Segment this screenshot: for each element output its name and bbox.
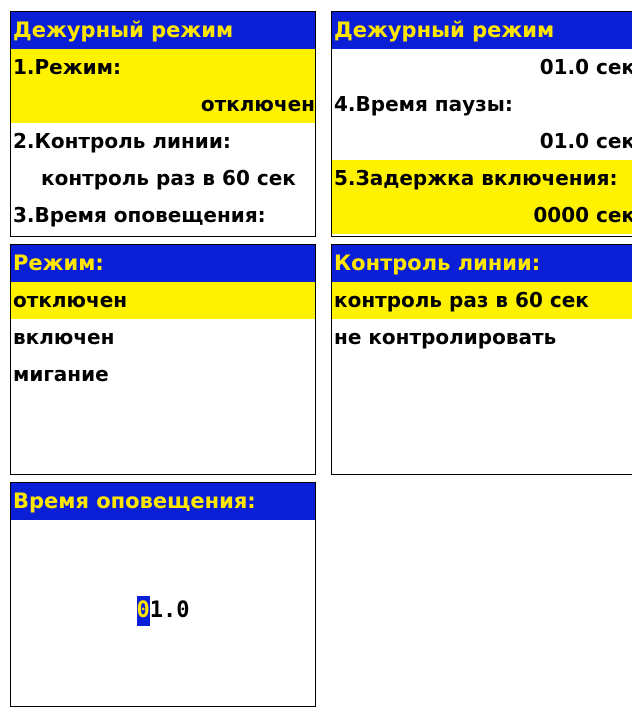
time-value-field[interactable]: 01.0 [11, 596, 315, 626]
duty-mode-menu-page-1: Дежурный режим 1.Режим: отключен 2.Контр… [10, 11, 316, 237]
list-header-title: Режим: [11, 245, 315, 282]
menu-item-mode[interactable]: 1.Режим: [11, 49, 315, 86]
option-blinking[interactable]: мигание [11, 356, 315, 393]
list-header-title: Контроль линии: [332, 245, 632, 282]
editor-header-title: Время оповещения: [11, 483, 315, 520]
edit-cursor-digit[interactable]: 0 [136, 596, 150, 626]
option-disabled[interactable]: отключен [11, 282, 315, 319]
option-check-every-60-sec[interactable]: контроль раз в 60 сек [332, 282, 632, 319]
mode-select-list: Режим: отключен включен мигание [10, 244, 316, 475]
duty-mode-menu-page-2: Дежурный режим 01.0 сек 4.Время паузы: 0… [331, 11, 632, 237]
menu-header-title: Дежурный режим [11, 12, 315, 49]
menu-item-alert-time-value[interactable]: 01.0 сек [332, 49, 632, 86]
option-enabled[interactable]: включен [11, 319, 315, 356]
line-control-select-list: Контроль линии: контроль раз в 60 сек не… [331, 244, 632, 475]
menu-item-line-control[interactable]: 2.Контроль линии: [11, 123, 315, 160]
menu-item-switch-on-delay-value[interactable]: 0000 сек [332, 197, 632, 234]
menu-item-pause-time-value[interactable]: 01.0 сек [332, 123, 632, 160]
alert-time-editor: Время оповещения: 01.0 [10, 482, 316, 707]
menu-header-title: Дежурный режим [332, 12, 632, 49]
menu-item-line-control-value[interactable]: контроль раз в 60 сек [11, 160, 315, 197]
menu-item-mode-value[interactable]: отключен [11, 86, 315, 123]
menu-item-alert-time[interactable]: 3.Время оповещения: [11, 197, 315, 234]
menu-item-switch-on-delay[interactable]: 5.Задержка включения: [332, 160, 632, 197]
menu-item-pause-time[interactable]: 4.Время паузы: [332, 86, 632, 123]
option-no-check[interactable]: не контролировать [332, 319, 632, 356]
time-value-rest: 1.0 [149, 598, 190, 623]
